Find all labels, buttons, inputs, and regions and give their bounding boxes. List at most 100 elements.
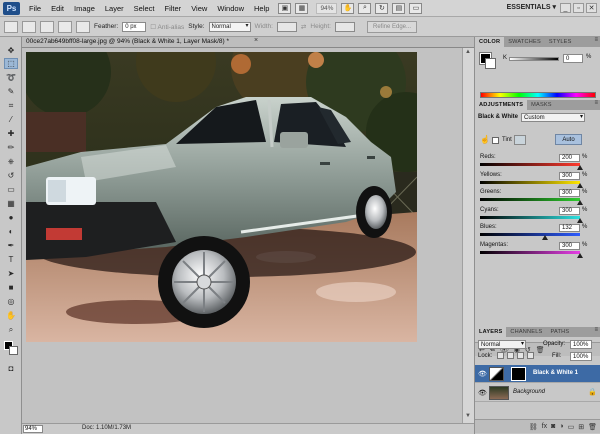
menu-image[interactable]: Image [69, 0, 100, 17]
slider-value-input[interactable]: 300 [559, 206, 580, 215]
rect-marquee-tool-icon[interactable]: ⬚ [4, 58, 18, 69]
mini-bridge-icon[interactable]: ▦ [295, 2, 309, 14]
move-tool-icon[interactable]: ✥ [4, 45, 18, 56]
menu-window[interactable]: Window [212, 0, 249, 17]
tab-layers[interactable]: LAYERS [475, 327, 507, 337]
dodge-tool-icon[interactable]: ◐ [4, 226, 18, 237]
background-color-chip[interactable] [485, 58, 496, 69]
slider-value-input[interactable]: 300 [559, 241, 580, 250]
new-adjustment-icon[interactable]: ◑ [559, 423, 563, 430]
slider-value-input[interactable]: 200 [559, 154, 580, 162]
k-channel-input[interactable]: 0 [563, 54, 583, 63]
bridge-icon[interactable]: ▣ [278, 2, 292, 14]
tint-color-swatch[interactable] [514, 135, 526, 145]
eye-icon[interactable]: 👁 [478, 370, 487, 378]
intersect-selection-icon[interactable] [76, 20, 90, 33]
slider-thumb[interactable] [577, 217, 583, 223]
add-mask-icon[interactable]: ◙ [551, 423, 555, 430]
tab-adjustments[interactable]: ADJUSTMENTS [475, 100, 528, 110]
clone-stamp-tool-icon[interactable]: ⎈ [4, 156, 18, 167]
eraser-tool-icon[interactable]: ▭ [4, 184, 18, 195]
opacity-input[interactable]: 100% [570, 340, 592, 349]
tab-paths[interactable]: PATHS [546, 327, 573, 337]
slider-track[interactable] [480, 233, 580, 236]
tab-color[interactable]: COLOR [475, 37, 505, 47]
tab-swatches[interactable]: SWATCHES [504, 37, 545, 47]
slider-thumb[interactable] [577, 182, 583, 188]
auto-button[interactable]: Auto [555, 134, 582, 145]
anti-alias-checkbox[interactable]: ☐ Anti-alias [150, 23, 184, 31]
crop-tool-icon[interactable]: ⌗ [4, 100, 18, 111]
slider-thumb[interactable] [577, 165, 583, 170]
quick-select-tool-icon[interactable]: ✎ [4, 86, 18, 97]
blur-tool-icon[interactable]: ● [4, 212, 18, 223]
vertical-scrollbar[interactable]: ▲ ▼ [462, 48, 474, 423]
quick-mask-icon[interactable]: ◘ [4, 363, 18, 374]
menu-filter[interactable]: Filter [160, 0, 187, 17]
slider-thumb[interactable] [577, 252, 583, 258]
lock-image-icon[interactable] [507, 352, 514, 359]
rotate-view-icon[interactable]: ↻ [375, 2, 389, 14]
hand-tool-icon[interactable]: ✋ [341, 2, 355, 14]
height-input[interactable] [334, 21, 355, 32]
workspace-switcher[interactable]: ESSENTIALS ▾ [507, 3, 556, 11]
lock-position-icon[interactable] [517, 352, 524, 359]
menu-layer[interactable]: Layer [100, 0, 129, 17]
slider-value-input[interactable]: 132 [559, 224, 580, 232]
status-zoom-field[interactable]: 94% [23, 425, 43, 433]
slider-thumb[interactable] [577, 200, 583, 205]
eye-icon[interactable]: 👁 [478, 389, 487, 397]
marquee-preset-icon[interactable] [4, 20, 18, 33]
slider-track[interactable] [480, 250, 580, 254]
slider-track[interactable] [480, 180, 580, 184]
layer-mask-thumbnail[interactable] [511, 367, 526, 381]
menu-file[interactable]: File [24, 0, 46, 17]
blend-mode-select[interactable]: Normal [478, 340, 526, 349]
gradient-tool-icon[interactable]: ▦ [4, 198, 18, 209]
swap-icon[interactable]: ⇄ [301, 23, 306, 31]
eyedropper-tool-icon[interactable]: ⁄ [4, 114, 18, 125]
3d-rotate-tool-icon[interactable]: ◎ [4, 296, 18, 307]
k-channel-slider[interactable] [509, 57, 559, 61]
lasso-tool-icon[interactable]: ➰ [4, 72, 18, 83]
zoom-level-display[interactable]: 94% [316, 2, 338, 14]
menu-edit[interactable]: Edit [46, 0, 69, 17]
slider-thumb[interactable] [542, 235, 548, 240]
adjustment-layer-thumbnail[interactable] [489, 367, 504, 381]
close-button[interactable]: ✕ [586, 3, 597, 13]
tint-checkbox[interactable] [492, 137, 499, 144]
arrange-documents-icon[interactable]: ▤ [392, 2, 406, 14]
slider-track[interactable] [480, 215, 580, 219]
layer-row-background[interactable]: 👁 Background 🔒 [475, 384, 600, 402]
panel-menu-icon[interactable]: ≡ [594, 37, 598, 43]
slider-track[interactable] [480, 198, 580, 201]
healing-brush-tool-icon[interactable]: ✚ [4, 128, 18, 139]
feather-input[interactable]: 0 px [122, 21, 147, 32]
tab-channels[interactable]: CHANNELS [506, 327, 546, 337]
document-size-info[interactable]: Doc: 1.10M/1.73M [82, 425, 131, 431]
panel-menu-icon[interactable]: ≡ [594, 100, 598, 106]
car-photo[interactable] [26, 52, 417, 342]
lock-all-icon[interactable] [527, 352, 534, 359]
link-layers-icon[interactable]: ⛓ [529, 423, 538, 431]
targeted-adjustment-icon[interactable]: ☝ [480, 135, 490, 144]
restore-button[interactable]: ▫ [573, 3, 584, 13]
screen-mode-icon[interactable]: ▭ [409, 2, 423, 14]
scroll-down-icon[interactable]: ▼ [465, 413, 471, 419]
panel-menu-icon[interactable]: ≡ [594, 327, 598, 333]
layer-style-icon[interactable]: fx [542, 423, 547, 430]
tab-masks[interactable]: MASKS [527, 100, 556, 110]
width-input[interactable] [276, 21, 297, 32]
layer-row-black-white[interactable]: 👁 Black & White 1 [475, 365, 600, 383]
document-tab[interactable]: 00ce27ab649bff08-large.jpg @ 94% (Black … [22, 37, 474, 48]
pen-tool-icon[interactable]: ✒ [4, 240, 18, 251]
add-selection-icon[interactable] [40, 20, 54, 33]
minimize-button[interactable]: _ [560, 3, 571, 13]
color-spectrum-bar[interactable] [480, 92, 596, 98]
slider-track[interactable] [480, 163, 580, 166]
new-group-icon[interactable]: ▭ [568, 423, 575, 431]
type-tool-icon[interactable]: T [4, 254, 18, 265]
hand-tool-side-icon[interactable]: ✋ [4, 310, 18, 321]
slider-value-input[interactable]: 300 [559, 189, 580, 197]
menu-select[interactable]: Select [129, 0, 160, 17]
